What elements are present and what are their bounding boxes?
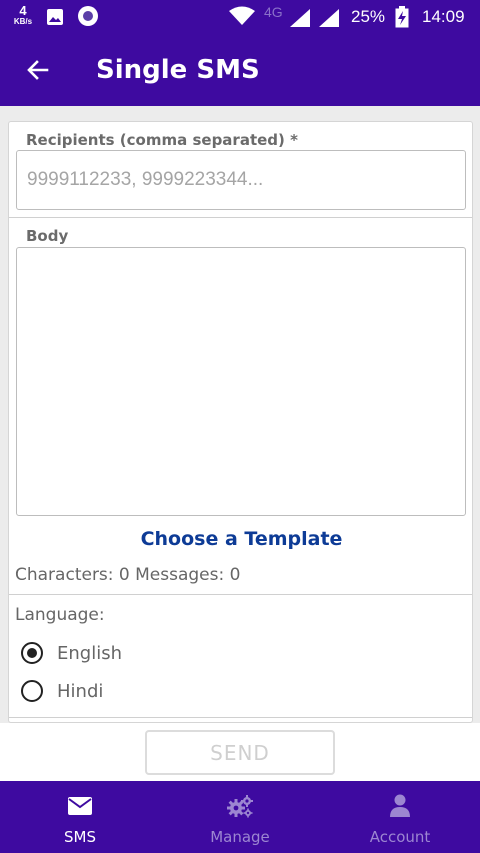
radio-selected-icon[interactable]	[21, 642, 43, 664]
envelope-icon	[68, 797, 92, 815]
image-icon	[47, 9, 63, 25]
body-textarea[interactable]	[16, 247, 466, 516]
send-button[interactable]: SEND	[145, 730, 335, 775]
nav-item-manage[interactable]: Manage	[160, 781, 320, 853]
nav-item-label: Manage	[210, 828, 270, 846]
body-label: Body	[26, 227, 69, 245]
battery-charging-icon	[395, 6, 409, 28]
send-area: SEND	[0, 723, 480, 781]
character-message-count: Characters: 0 Messages: 0	[15, 565, 241, 585]
language-option-label: English	[57, 642, 122, 664]
signal-icon	[290, 9, 310, 27]
clock: 14:09	[422, 7, 465, 26]
nav-item-sms[interactable]: SMS	[0, 781, 160, 853]
divider	[9, 217, 472, 218]
nav-item-account[interactable]: Account	[320, 781, 480, 853]
user-icon	[390, 794, 410, 817]
record-indicator-icon	[78, 6, 98, 26]
page-title: Single SMS	[96, 55, 260, 85]
network-type: 4G	[264, 4, 283, 20]
net-speed-unit: KB/s	[13, 17, 33, 26]
language-option-hindi[interactable]: Hindi	[21, 676, 103, 706]
bottom-navigation: SMS Manage Account	[0, 781, 480, 853]
sms-form-card: Recipients (comma separated) * Body Choo…	[8, 121, 473, 723]
language-option-label: Hindi	[57, 680, 104, 702]
recipients-label: Recipients (comma separated) *	[26, 131, 298, 149]
nav-item-label: Account	[369, 828, 431, 846]
status-bar: 4 KB/s 4G 25% 14:09	[0, 0, 480, 34]
wifi-icon	[229, 6, 255, 25]
divider	[9, 717, 472, 718]
gears-icon	[227, 795, 253, 818]
battery-percent: 25%	[351, 7, 386, 26]
choose-template-link[interactable]: Choose a Template	[9, 528, 472, 550]
language-option-english[interactable]: English	[21, 638, 122, 668]
radio-unselected-icon[interactable]	[21, 680, 43, 702]
arrow-left-icon	[27, 60, 49, 80]
net-speed-value: 4	[19, 3, 27, 18]
back-button[interactable]	[20, 52, 56, 88]
recipients-input[interactable]	[16, 150, 466, 210]
app-bar: Single SMS	[0, 34, 480, 106]
net-speed: 4 KB/s	[10, 4, 36, 26]
signal-icon	[319, 9, 339, 27]
nav-item-label: SMS	[64, 828, 96, 846]
divider	[9, 594, 472, 595]
language-label: Language:	[15, 605, 105, 625]
